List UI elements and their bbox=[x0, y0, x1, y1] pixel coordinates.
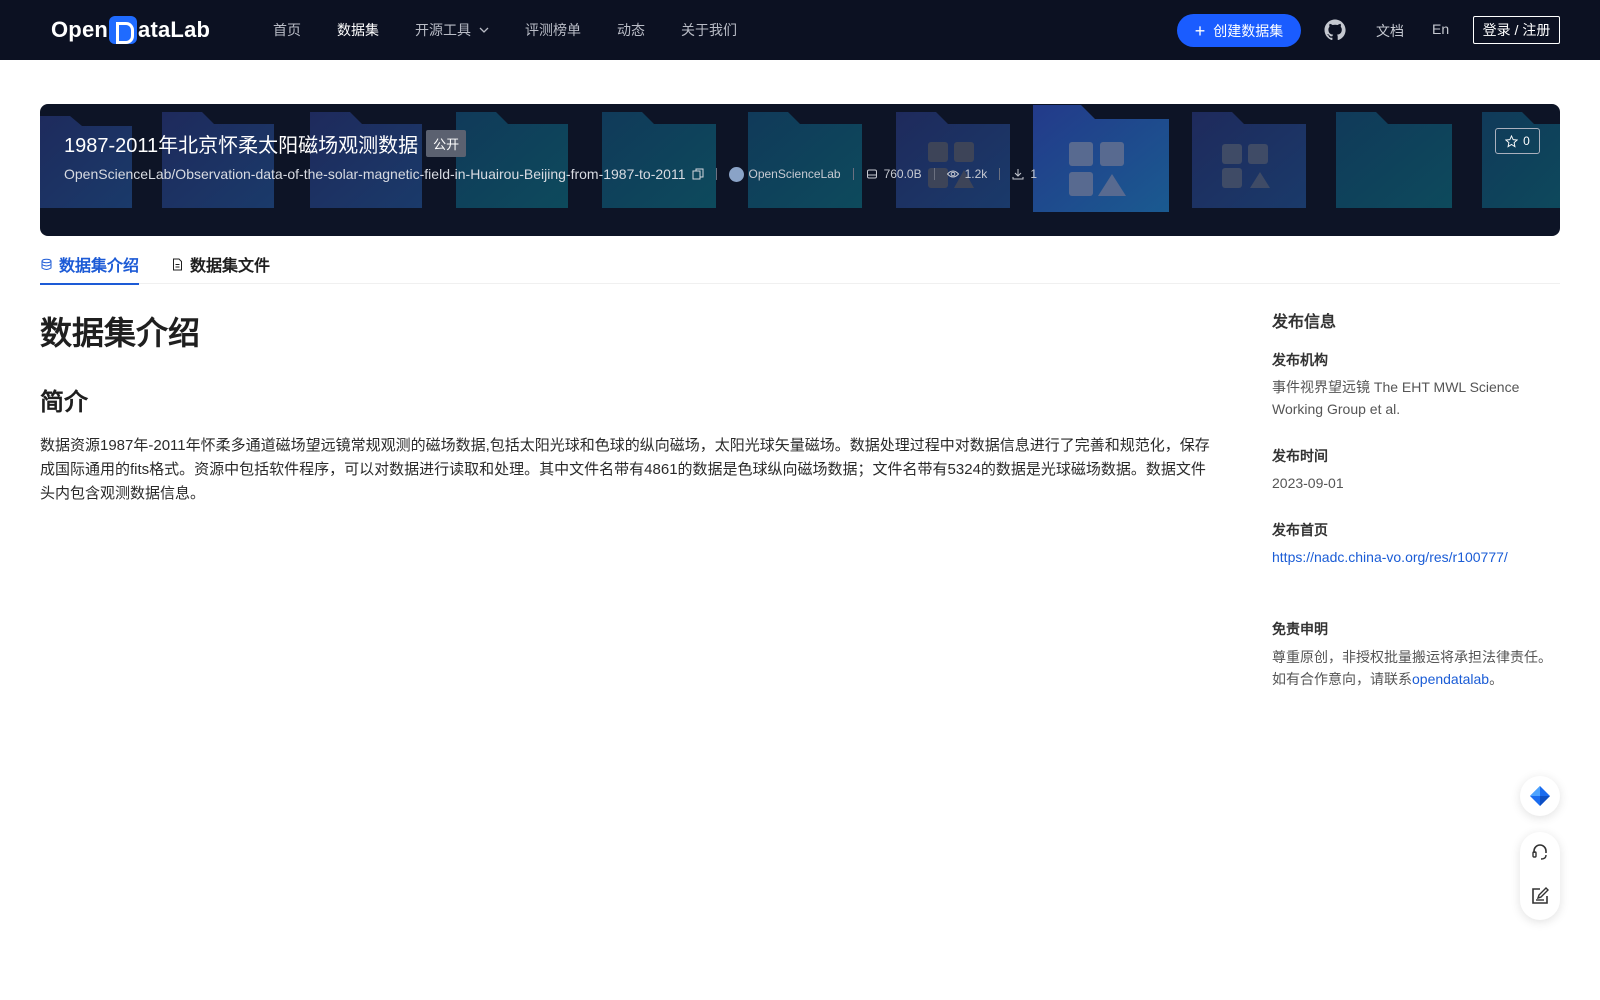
visibility-badge: 公开 bbox=[426, 130, 467, 157]
plus-icon: + bbox=[1194, 20, 1206, 41]
dataset-tabs: 数据集介绍 数据集文件 bbox=[40, 244, 1560, 285]
star-count: 0 bbox=[1523, 134, 1530, 148]
tab-files[interactable]: 数据集文件 bbox=[171, 244, 270, 284]
nav-home[interactable]: 首页 bbox=[273, 20, 301, 40]
feedback-edit-icon[interactable] bbox=[1530, 886, 1550, 906]
nav-leaderboard[interactable]: 评测榜单 bbox=[525, 20, 581, 40]
side-tools-panel bbox=[1520, 832, 1560, 920]
nav-tools[interactable]: 开源工具 bbox=[415, 20, 489, 40]
disclaimer-end: 。 bbox=[1489, 671, 1504, 687]
publish-info: 发布信息 发布机构 事件视界望远镜 The EHT MWL Science Wo… bbox=[1272, 308, 1562, 687]
org-avatar bbox=[728, 166, 744, 182]
github-icon[interactable] bbox=[1323, 18, 1347, 42]
headset-icon[interactable] bbox=[1530, 842, 1550, 862]
dataset-path: OpenScienceLab/Observation-data-of-the-s… bbox=[64, 166, 686, 182]
views-stat: 1.2k bbox=[946, 167, 988, 181]
dataset-meta: OpenScienceLab/Observation-data-of-the-s… bbox=[64, 166, 1037, 182]
dataset-title: 1987-2011年北京怀柔太阳磁场观测数据 bbox=[64, 135, 419, 157]
publisher-label: 发布机构 bbox=[1272, 352, 1328, 368]
dataset-title-row: 1987-2011年北京怀柔太阳磁场观测数据 公开 bbox=[64, 129, 467, 158]
logo-text-datalab: ataLab bbox=[138, 17, 211, 42]
logo-text-open: Open bbox=[51, 17, 109, 42]
storage-icon bbox=[866, 169, 877, 179]
top-nav: Open ataLab 首页 数据集 开源工具 评测榜单 动态 关于我们 + 创建… bbox=[0, 0, 1600, 60]
separator bbox=[933, 168, 935, 180]
assistant-logo-icon bbox=[1530, 786, 1550, 806]
disclaimer-label: 免责申明 bbox=[1272, 621, 1328, 637]
tab-intro-label: 数据集介绍 bbox=[59, 258, 140, 275]
create-dataset-label: 创建数据集 bbox=[1213, 22, 1284, 39]
nav-datasets[interactable]: 数据集 bbox=[337, 20, 379, 40]
file-icon bbox=[173, 258, 183, 270]
publisher-value: 事件视界望远镜 The EHT MWL Science Working Grou… bbox=[1272, 379, 1520, 417]
disclaimer-text: 尊重原创，非授权批量搬运将承担法律责任。如有合作意向，请联系opendatala… bbox=[1272, 646, 1552, 690]
logo-d-icon bbox=[109, 16, 138, 44]
nav-about[interactable]: 关于我们 bbox=[681, 20, 737, 40]
star-button[interactable]: 0 bbox=[1495, 128, 1540, 154]
contact-link[interactable]: opendatalab bbox=[1412, 671, 1489, 687]
tab-files-label: 数据集文件 bbox=[190, 258, 271, 275]
views-value: 1.2k bbox=[964, 167, 988, 181]
login-register-button[interactable]: 登录 / 注册 bbox=[1473, 16, 1560, 44]
dataset-description: 数据资源1987年-2011年怀柔多通道磁场望远镜常规观测的磁场数据,包括太阳光… bbox=[40, 437, 1210, 502]
download-icon bbox=[1012, 169, 1024, 180]
logo[interactable]: Open ataLab bbox=[51, 15, 210, 45]
publish-time-value: 2023-09-01 bbox=[1272, 475, 1344, 491]
separator bbox=[715, 168, 717, 180]
separator bbox=[852, 168, 854, 180]
database-icon bbox=[41, 258, 52, 270]
eye-icon bbox=[946, 170, 959, 178]
intro-heading: 数据集介绍 bbox=[40, 315, 201, 351]
assistant-button[interactable] bbox=[1520, 776, 1560, 816]
downloads-value: 1 bbox=[1030, 167, 1037, 181]
summary-heading: 简介 bbox=[40, 389, 88, 416]
copy-icon[interactable] bbox=[692, 168, 704, 180]
homepage-link[interactable]: https://nadc.china-vo.org/res/r100777/ bbox=[1272, 546, 1552, 568]
star-icon bbox=[1505, 134, 1519, 148]
dataset-banner: 1987-2011年北京怀柔太阳磁场观测数据 公开 OpenScienceLab… bbox=[40, 104, 1560, 236]
publish-info-heading: 发布信息 bbox=[1272, 314, 1337, 331]
nav-news[interactable]: 动态 bbox=[617, 20, 645, 40]
chevron-down-icon bbox=[479, 27, 489, 33]
size-value: 760.0B bbox=[883, 167, 922, 181]
nav-links: 首页 数据集 开源工具 评测榜单 动态 关于我们 bbox=[273, 0, 773, 60]
tab-intro[interactable]: 数据集介绍 bbox=[40, 244, 140, 285]
downloads-stat: 1 bbox=[1012, 167, 1037, 181]
separator bbox=[999, 168, 1001, 180]
nav-docs[interactable]: 文档 bbox=[1376, 21, 1404, 41]
org-name[interactable]: OpenScienceLab bbox=[749, 167, 841, 181]
create-dataset-button[interactable]: + 创建数据集 bbox=[1177, 14, 1301, 47]
nav-tools-label: 开源工具 bbox=[415, 22, 471, 38]
language-switch[interactable]: En bbox=[1432, 21, 1449, 37]
homepage-label: 发布首页 bbox=[1272, 522, 1328, 538]
size-stat: 760.0B bbox=[866, 167, 922, 181]
publish-time-label: 发布时间 bbox=[1272, 448, 1328, 464]
